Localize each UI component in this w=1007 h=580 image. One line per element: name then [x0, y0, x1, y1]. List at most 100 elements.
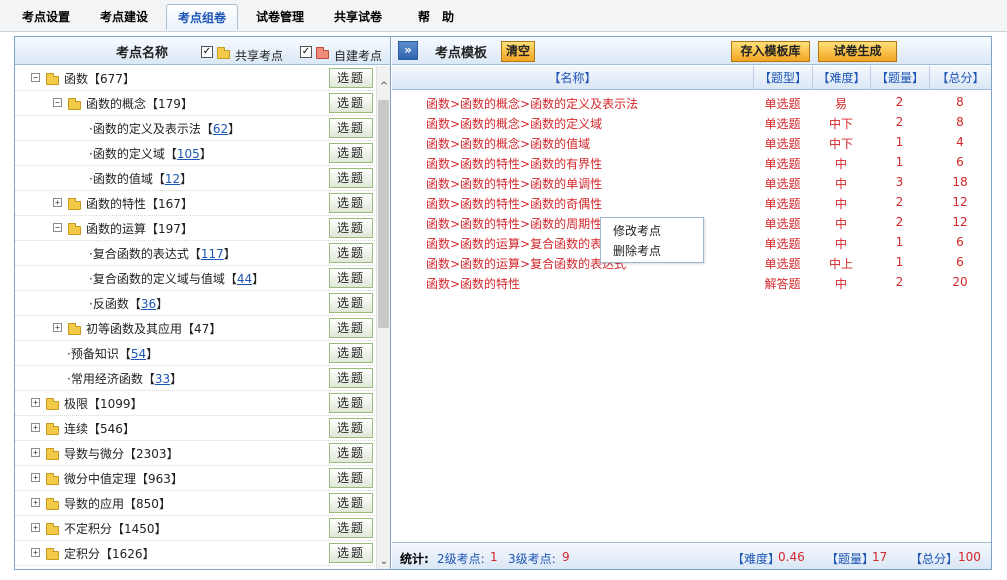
tab-kaodian-zujuan[interactable]: 考点组卷 [166, 4, 238, 30]
select-questions-button[interactable]: 选题 [329, 418, 373, 438]
select-questions-button[interactable]: 选题 [329, 68, 373, 88]
question-count-link[interactable]: 54 [131, 347, 146, 361]
difficulty: 中下 [828, 117, 853, 131]
tree-node-label[interactable]: ·复合函数的定义域与值域【44】 [89, 270, 264, 287]
col-qty: 【题量】 [870, 66, 929, 90]
tree-node-label[interactable]: ·函数的定义域【105】 [89, 145, 212, 162]
tree-row: ·反函数【36】 选题 [15, 291, 375, 316]
question-count-link[interactable]: 62 [213, 122, 228, 136]
select-questions-button[interactable]: 选题 [329, 543, 373, 563]
select-questions-button[interactable]: 选题 [329, 293, 373, 313]
tab-shijuan-guanli[interactable]: 试卷管理 [248, 4, 312, 30]
tree-node-label[interactable]: 微分中值定理【963】 [64, 470, 183, 487]
question-count-link[interactable]: 33 [155, 372, 170, 386]
select-questions-button[interactable]: 选题 [329, 93, 373, 113]
tree-node-label[interactable]: 不定积分【1450】 [64, 520, 167, 537]
expand-toggle-icon[interactable]: + [31, 473, 40, 482]
template-title: 考点模板 [435, 46, 488, 61]
kaodian-tree-panel: 考点名称 ✓ 共享考点 ✓ 自建考点 − 函数【677】 选题 − 函数的概念【179】… [15, 37, 391, 569]
kaodian-path: 函数>函数的特性>函数的单调性 [426, 177, 603, 191]
question-qty: 1 [895, 155, 904, 169]
tree-node-label[interactable]: ·函数的定义及表示法【62】 [89, 120, 240, 137]
tree-node-label[interactable]: 极限【1099】 [64, 395, 143, 412]
expand-toggle-icon[interactable]: + [31, 448, 40, 457]
select-questions-button[interactable]: 选题 [329, 193, 373, 213]
tab-help[interactable]: 帮 助 [404, 4, 468, 30]
template-row[interactable]: 函数>函数的特性>函数的有界性 单选题 中 1 6 [392, 152, 991, 172]
question-count-link[interactable]: 44 [237, 272, 252, 286]
template-row[interactable]: 函数>函数的特性>函数的奇偶性 单选题 中 2 12 [392, 192, 991, 212]
tree-node-label[interactable]: ·常用经济函数【33】 [67, 370, 182, 387]
tree-node-label[interactable]: ·反函数【36】 [89, 295, 168, 312]
collapse-toggle-icon[interactable]: − [31, 73, 40, 82]
expand-toggle-icon[interactable]: + [53, 198, 62, 207]
select-questions-button[interactable]: 选题 [329, 318, 373, 338]
tree-node-label[interactable]: ·函数的值域【12】 [89, 170, 192, 187]
expand-toggle-icon[interactable]: + [31, 523, 40, 532]
scroll-up-arrow-icon[interactable]: ^ [377, 80, 391, 94]
collapse-toggle-icon[interactable]: − [53, 98, 62, 107]
expand-toggle-icon[interactable]: + [53, 323, 62, 332]
select-questions-button[interactable]: 选题 [329, 243, 373, 263]
scrollbar-thumb[interactable] [378, 100, 389, 328]
tab-kaodian-jianshe[interactable]: 考点建设 [92, 4, 156, 30]
tree-row: + 初等函数及其应用【47】 选题 [15, 316, 375, 341]
folder-icon [46, 398, 59, 410]
select-questions-button[interactable]: 选题 [329, 518, 373, 538]
select-questions-button[interactable]: 选题 [329, 443, 373, 463]
tree-node-label[interactable]: 连续【546】 [64, 420, 135, 437]
tree-node-label[interactable]: ·复合函数的表达式【117】 [89, 245, 236, 262]
double-arrow-icon[interactable]: » [398, 41, 418, 60]
kaodian-path: 函数>函数的概念>函数的值域 [426, 137, 591, 151]
select-questions-button[interactable]: 选题 [329, 118, 373, 138]
select-questions-button[interactable]: 选题 [329, 368, 373, 388]
expand-toggle-icon[interactable]: + [31, 498, 40, 507]
tree-node-label[interactable]: 初等函数及其应用【47】 [86, 320, 221, 337]
collapse-toggle-icon[interactable]: − [53, 223, 62, 232]
tree-node-label[interactable]: 导数与微分【2303】 [64, 445, 179, 462]
select-questions-button[interactable]: 选题 [329, 143, 373, 163]
question-count-link[interactable]: 117 [201, 247, 224, 261]
select-questions-button[interactable]: 选题 [329, 218, 373, 238]
select-questions-button[interactable]: 选题 [329, 493, 373, 513]
question-count-link[interactable]: 36 [141, 297, 156, 311]
select-questions-button[interactable]: 选题 [329, 393, 373, 413]
generate-paper-button[interactable]: 试卷生成 [818, 41, 897, 62]
tree-node-label[interactable]: 定积分【1626】 [64, 545, 155, 562]
tree-node-label[interactable]: 函数的运算【197】 [86, 220, 193, 237]
edit-kaodian-menu-item[interactable]: 修改考点 [613, 222, 661, 239]
template-row[interactable]: 函数>函数的特性>函数的单调性 单选题 中 3 18 [392, 172, 991, 192]
own-kaodian-checkbox[interactable]: ✓ [300, 46, 312, 58]
scroll-down-arrow-icon[interactable]: ⌄ [377, 555, 391, 569]
tab-kaodian-shezhi[interactable]: 考点设置 [14, 4, 78, 30]
delete-kaodian-menu-item[interactable]: 删除考点 [613, 242, 661, 259]
expand-toggle-icon[interactable]: + [31, 423, 40, 432]
save-template-button[interactable]: 存入模板库 [731, 41, 810, 62]
tree-scrollbar[interactable]: ^ ⌄ [376, 66, 390, 569]
template-row[interactable]: 函数>函数的概念>函数的值域 单选题 中下 1 4 [392, 132, 991, 152]
shared-kaodian-checkbox[interactable]: ✓ [201, 46, 213, 58]
expand-toggle-icon[interactable]: + [31, 548, 40, 557]
select-questions-button[interactable]: 选题 [329, 468, 373, 488]
question-type: 单选题 [764, 97, 801, 111]
question-count-link[interactable]: 12 [165, 172, 180, 186]
tree-node-label[interactable]: ·预备知识【54】 [67, 345, 158, 362]
template-row[interactable]: 函数>函数的概念>函数的定义域 单选题 中下 2 8 [392, 112, 991, 132]
template-row[interactable]: 函数>函数的概念>函数的定义及表示法 单选题 易 2 8 [392, 92, 991, 112]
question-count-link[interactable]: 105 [177, 147, 200, 161]
kaodian-path: 函数>函数的概念>函数的定义域 [426, 117, 603, 131]
question-type: 单选题 [764, 237, 801, 251]
expand-toggle-icon[interactable]: + [31, 398, 40, 407]
clear-button[interactable]: 清空 [501, 41, 535, 62]
tree-node-label[interactable]: 函数的概念【179】 [86, 95, 193, 112]
select-questions-button[interactable]: 选题 [329, 343, 373, 363]
tree-node-label[interactable]: 导数的应用【850】 [64, 495, 171, 512]
question-count: 197 [158, 222, 181, 236]
template-row[interactable]: 函数>函数的特性 解答题 中 2 20 [392, 272, 991, 292]
select-questions-button[interactable]: 选题 [329, 168, 373, 188]
folder-icon [68, 323, 81, 335]
tab-gongxiang-shijuan[interactable]: 共享试卷 [326, 4, 390, 30]
select-questions-button[interactable]: 选题 [329, 268, 373, 288]
tree-node-label[interactable]: 函数【677】 [64, 70, 135, 87]
tree-node-label[interactable]: 函数的特性【167】 [86, 195, 193, 212]
